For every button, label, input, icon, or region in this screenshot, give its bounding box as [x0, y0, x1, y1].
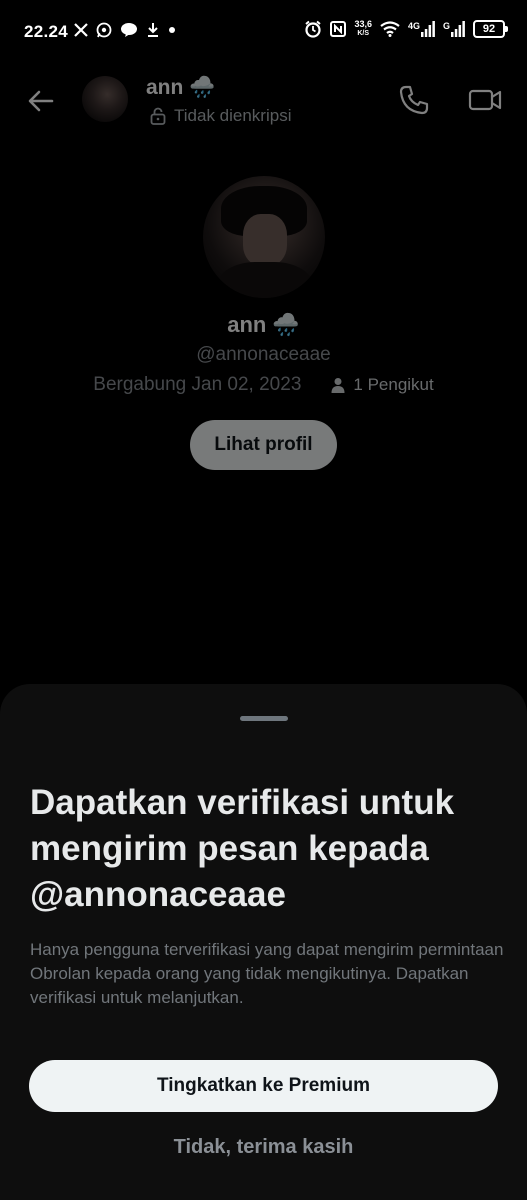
battery-indicator: 92: [473, 20, 508, 38]
net-speed-value: 33,6: [354, 19, 372, 29]
profile-avatar[interactable]: [202, 176, 325, 298]
net-speed-unit: K/S: [357, 30, 370, 37]
sheet-title: Dapatkan verifikasi untuk mengirim pesan…: [30, 783, 455, 914]
signal-2: G: [443, 21, 465, 37]
profile-card: ann 🌧️ @annonaceaae Bergabung Jan 02, 20…: [0, 176, 527, 470]
status-time: 22.24: [24, 22, 69, 41]
download-icon: [148, 23, 158, 37]
avatar[interactable]: [82, 76, 128, 122]
profile-name: ann 🌧️: [227, 312, 300, 338]
dot-icon: [169, 27, 175, 33]
header-name-text: ann: [146, 76, 184, 99]
signal-icon: [451, 21, 465, 37]
profile-name-text: ann: [227, 312, 267, 337]
wifi-icon: [380, 21, 400, 37]
whatsapp-icon: [96, 22, 112, 38]
encryption-status-text: Tidak dienkripsi: [174, 106, 292, 125]
chat-header: ann 🌧️ Tidak dienkripsi: [0, 64, 527, 136]
network-type-1: 4G: [407, 21, 420, 31]
rain-cloud-emoji: 🌧️: [189, 76, 216, 99]
alarm-icon: [305, 20, 322, 38]
header-name[interactable]: ann 🌧️: [146, 76, 216, 100]
rain-cloud-emoji: 🌧️: [272, 312, 300, 337]
notification-icons: [74, 22, 176, 38]
signal-1: 4G: [408, 21, 435, 37]
nfc-icon: [330, 21, 347, 37]
sheet-drag-handle[interactable]: [240, 716, 288, 721]
phone-icon[interactable]: [398, 84, 430, 116]
person-icon: [331, 378, 345, 393]
follower-count-text: 1 Pengikut: [353, 375, 434, 394]
no-thanks-button[interactable]: Tidak, terima kasih: [0, 1136, 527, 1159]
x-icon: [74, 23, 88, 37]
net-speed: 33,6 K/S: [354, 20, 372, 38]
system-icons: 33,6 K/S 4G G 92: [304, 20, 508, 38]
line-icon: [121, 23, 137, 37]
lock-icon: [150, 107, 166, 125]
view-profile-button[interactable]: Lihat profil: [190, 420, 337, 470]
upgrade-premium-button[interactable]: Tingkatkan ke Premium: [29, 1060, 498, 1112]
profile-handle: @annonaceaae: [196, 344, 331, 365]
video-icon[interactable]: [468, 86, 502, 114]
profile-meta: Bergabung Jan 02, 2023 1 Pengikut: [0, 374, 527, 396]
back-arrow-icon[interactable]: [26, 86, 56, 116]
status-bar: 22.24 33,6 K/S 4G G 92: [0, 0, 527, 64]
follower-count[interactable]: 1 Pengikut: [331, 375, 434, 395]
sheet-description: Hanya pengguna terverifikasi yang dapat …: [30, 940, 504, 1007]
join-date: Bergabung Jan 02, 2023: [93, 374, 302, 395]
signal-icon: [420, 21, 435, 37]
network-type-2: G: [442, 21, 450, 31]
encryption-status: Tidak dienkripsi: [150, 106, 291, 126]
verification-bottom-sheet: Dapatkan verifikasi untuk mengirim pesan…: [0, 684, 527, 1200]
